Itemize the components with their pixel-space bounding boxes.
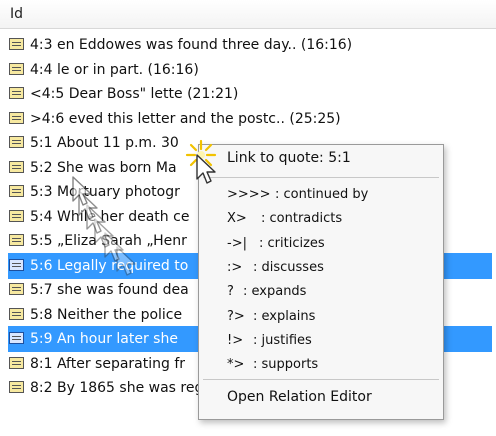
relation-label: : justifies	[253, 332, 312, 348]
relation-label: : discusses	[253, 259, 324, 275]
list-item-label: 5:2 She was born Ma	[30, 159, 177, 176]
relation-menu-item[interactable]: >>>> : continued by	[199, 183, 443, 207]
quotation-icon	[9, 258, 24, 271]
menu-title-link-to-quote[interactable]: Link to quote: 5:1	[227, 150, 351, 166]
relation-symbol: :>	[227, 259, 243, 275]
open-relation-editor-item[interactable]: Open Relation Editor	[227, 389, 372, 405]
relation-label: : continued by	[275, 187, 369, 202]
relation-symbol: X>	[227, 211, 247, 227]
quotation-icon	[9, 381, 24, 393]
menu-separator	[203, 379, 439, 380]
list-item[interactable]: 4:3 en Eddowes was found three day.. (16…	[0, 32, 496, 58]
list-item[interactable]: <4:5 Dear Boss" lette (21:21)	[0, 81, 496, 107]
list-item-label: 8:1 After separating fr	[30, 355, 186, 372]
quotation-icon	[9, 283, 24, 295]
quotation-icon	[9, 356, 24, 369]
list-item-label: 5:8 Neither the police	[30, 306, 183, 323]
relation-label: : contradicts	[261, 211, 343, 227]
relation-label: : supports	[253, 357, 319, 373]
relation-menu-item[interactable]: ? : expands	[199, 280, 443, 304]
quotation-icon	[9, 234, 24, 246]
list-item-label: 5:1 About 11 p.m. 30	[30, 135, 179, 151]
quotation-icon	[9, 185, 24, 197]
mouse-pointer-icon	[72, 176, 92, 206]
relation-symbol: ?>	[227, 308, 245, 324]
menu-separator	[203, 177, 439, 178]
quotation-icon	[9, 87, 24, 99]
list-item-label: 4:3 en Eddowes was found three day.. (16…	[30, 37, 353, 53]
list-item-label: 5:3 Mortuary photogr	[30, 184, 180, 200]
column-header-id[interactable]: Id	[10, 6, 23, 22]
quotation-icon	[9, 38, 24, 50]
quotation-icon	[9, 160, 24, 173]
list-item[interactable]: >4:6 eved this letter and the postc.. (2…	[0, 106, 496, 132]
list-item-label: 4:4 le or in part. (16:16)	[30, 61, 199, 78]
mouse-pointer-icon	[196, 154, 216, 184]
context-menu: Link to quote: 5:1 >>>> : continued by X>:…	[198, 144, 444, 420]
relation-label: : explains	[253, 308, 316, 324]
quotation-icon	[9, 307, 24, 320]
relation-menu-item[interactable]: :> : discusses	[199, 256, 443, 280]
list-item[interactable]: 4:4 le or in part. (16:16)	[0, 57, 496, 83]
relation-symbol: *>	[227, 357, 245, 373]
relation-menu-item[interactable]: X> : contradicts	[199, 207, 443, 231]
quotation-icon	[9, 136, 24, 148]
relation-symbol: >>>>	[227, 187, 271, 202]
relation-menu-item[interactable]: !> : justifies	[199, 329, 443, 353]
relation-symbol: !>	[227, 332, 244, 348]
relation-menu-item[interactable]: ?> : explains	[199, 305, 443, 329]
quotation-icon	[9, 209, 24, 222]
list-item-label: <4:5 Dear Boss" lette (21:21)	[30, 86, 239, 102]
quotation-icon	[9, 62, 24, 75]
list-item-label: 5:7 she was found dea	[30, 282, 189, 298]
quotation-icon	[9, 332, 24, 344]
relation-menu-item[interactable]: *> : supports	[199, 353, 443, 377]
list-header[interactable]: Id	[0, 0, 496, 29]
list-item-label: >4:6 eved this letter and the postc.. (2…	[30, 110, 341, 127]
quotation-icon	[9, 111, 24, 124]
relation-label: : criticizes	[259, 235, 325, 251]
relation-menu-item[interactable]: ->| : criticizes	[199, 232, 443, 256]
relation-symbol: ?	[227, 284, 234, 300]
relation-symbol: ->|	[227, 235, 247, 251]
list-item-label: 5:9 An hour later she	[30, 331, 178, 347]
relation-label: : expands	[243, 284, 307, 300]
